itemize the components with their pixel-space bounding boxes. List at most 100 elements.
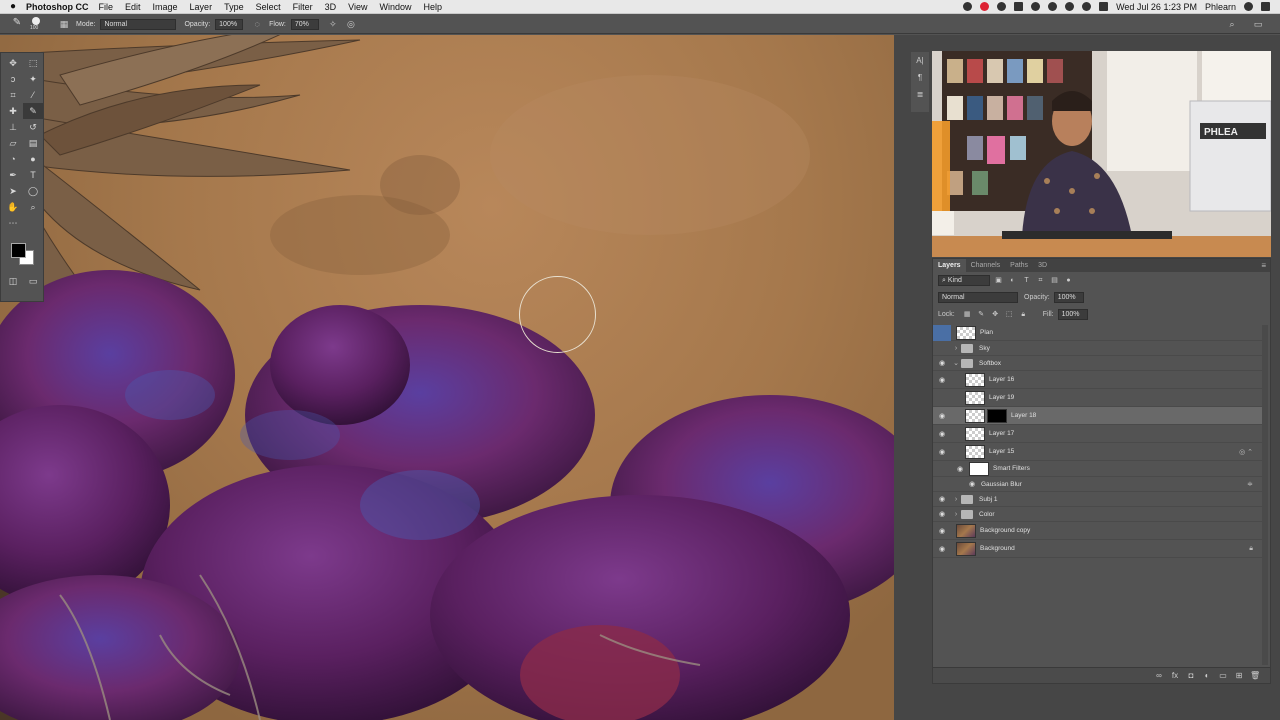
clock[interactable]: Wed Jul 26 1:23 PM [1116,2,1197,12]
quick-select-tool-icon[interactable]: ✦ [23,71,43,87]
record-icon[interactable] [963,2,973,11]
user-name[interactable]: Phlearn [1205,2,1236,12]
add-mask-icon[interactable]: ◘ [1186,671,1196,680]
quick-mask-icon[interactable]: ◫ [3,273,23,289]
layers-scrollbar[interactable] [1262,325,1268,665]
menu-image[interactable]: Image [153,2,178,12]
layer-group-color[interactable]: ◉ › Color [933,507,1263,522]
gaussian-blur-row[interactable]: ◉ Gaussian Blur ≑ [933,477,1263,492]
menu-edit[interactable]: Edit [125,2,141,12]
filter-type-icon[interactable]: T [1021,275,1032,286]
screen-mode-icon[interactable]: ▭ [23,273,43,289]
new-layer-icon[interactable]: ⊞ [1234,671,1244,680]
layer-row-background-copy[interactable]: ◉ Background copy [933,522,1263,540]
eye-icon[interactable]: ◉ [933,430,951,438]
pressure-opacity-icon[interactable]: ◌ [251,18,263,30]
flow-select[interactable]: 70% [290,18,319,30]
menu-help[interactable]: Help [423,2,442,12]
eye-icon[interactable]: ◉ [951,465,969,473]
history-brush-tool-icon[interactable]: ↺ [23,119,43,135]
brush-settings-icon[interactable]: ▦ [58,18,70,30]
layer-style-icon[interactable]: fx [1170,671,1180,680]
eye-icon[interactable]: ◉ [933,545,951,553]
layer-group-softbox[interactable]: ◉ ⌄ Softbox [933,356,1263,371]
eye-icon[interactable]: ◉ [933,495,951,503]
eye-icon[interactable]: ◉ [963,480,981,488]
menu-layer[interactable]: Layer [190,2,213,12]
eyedropper-tool-icon[interactable]: ⁄ [23,87,43,103]
filter-kind-select[interactable]: ⌕ Kind [938,275,990,286]
brush-tool-icon[interactable]: ✎ [23,103,43,119]
filter-options-icon[interactable]: ≑ [1247,480,1253,488]
layer-row-layer-16[interactable]: ◉ Layer 16 [933,371,1263,389]
brush-tool-icon[interactable]: ✎ [8,17,26,31]
character-panel-icon[interactable]: A| [911,52,929,69]
mode-select[interactable]: Normal [100,18,177,30]
filter-shape-icon[interactable]: ⌗ [1035,275,1046,286]
filter-pixel-icon[interactable]: ▣ [993,275,1004,286]
filter-smart-object-icon[interactable]: ▤ [1049,275,1060,286]
workspace-icon[interactable]: ▭ [1252,18,1264,30]
hand-tool-icon[interactable]: ✋ [3,199,23,215]
lock-all-icon[interactable]: 🔒︎ [1018,309,1029,320]
layer-opacity-select[interactable]: 100% [1053,292,1084,303]
crop-tool-icon[interactable]: ⌗ [3,87,23,103]
spotlight-icon[interactable] [1244,2,1253,11]
tab-layers[interactable]: Layers [933,259,966,272]
layer-row-layer-15[interactable]: ◉ Layer 15 ◎ ⌃ [933,443,1263,461]
gradient-tool-icon[interactable]: ▤ [23,135,43,151]
notification-center-icon[interactable] [1261,2,1270,11]
app-name[interactable]: Photoshop CC [26,2,89,12]
link-layers-icon[interactable]: ∞ [1154,671,1164,680]
pressure-size-icon[interactable]: ◎ [345,18,357,30]
smart-filters-row[interactable]: ◉ Smart Filters [933,461,1263,477]
menu-filter[interactable]: Filter [293,2,313,12]
blend-mode-select[interactable]: Normal [938,292,1018,303]
time-machine-icon[interactable] [1031,2,1041,11]
adjustment-layer-icon[interactable]: ◐ [1202,671,1212,680]
filter-toggle-icon[interactable]: ● [1063,275,1074,286]
clone-stamp-tool-icon[interactable]: ⊥ [3,119,23,135]
layer-row-plan[interactable]: Plan [933,324,1263,341]
menu-window[interactable]: Window [379,2,411,12]
brush-preset-picker[interactable]: 100 [26,16,52,32]
foreground-color-swatch[interactable] [11,243,26,258]
type-tool-icon[interactable]: T [23,167,43,183]
layer-row-layer-18[interactable]: ◉ Layer 18 [933,407,1263,425]
trash-icon[interactable]: 🗑︎ [1250,671,1260,680]
eye-icon[interactable]: ◉ [933,376,951,384]
zoom-tool-icon[interactable]: ⌕ [23,199,43,215]
menu-select[interactable]: Select [256,2,281,12]
search-icon[interactable]: ⌕ [1226,18,1238,30]
lock-image-icon[interactable]: ✎ [976,309,987,320]
volume-icon[interactable] [1082,2,1092,11]
ellipse-tool-icon[interactable]: ◯ [23,183,43,199]
eye-icon[interactable]: ◉ [933,359,951,367]
chevron-right-icon[interactable]: › [951,511,961,518]
apple-icon[interactable]: ● [0,1,26,12]
eye-icon[interactable]: ◉ [933,527,951,535]
lock-position-icon[interactable]: ✥ [990,309,1001,320]
path-select-tool-icon[interactable]: ➤ [3,183,23,199]
fill-select[interactable]: 100% [1057,309,1088,320]
layer-group-sky[interactable]: › Sky [933,341,1263,356]
tab-channels[interactable]: Channels [966,259,1006,272]
chevron-right-icon[interactable]: › [951,345,961,352]
blur-tool-icon[interactable]: ◔ [3,151,23,167]
battery-icon[interactable] [1099,2,1109,11]
new-group-icon[interactable]: ▭ [1218,671,1228,680]
layer-row-layer-19[interactable]: Layer 19 [933,389,1263,407]
layer-group-subj-1[interactable]: ◉ › Subj 1 [933,492,1263,507]
wifi-icon[interactable] [1065,2,1075,11]
visibility-toggle-off[interactable] [933,324,951,341]
menu-view[interactable]: View [348,2,367,12]
pen-tool-icon[interactable]: ✒ [3,167,23,183]
filter-adjustment-icon[interactable]: ◐ [1007,275,1018,286]
tab-3d[interactable]: 3D [1033,259,1052,272]
lasso-tool-icon[interactable]: ↄ [3,71,23,87]
eye-icon[interactable]: ◉ [933,510,951,518]
notification-icon[interactable] [980,2,990,11]
marquee-tool-icon[interactable]: ⬚ [23,55,43,71]
menu-3d[interactable]: 3D [325,2,337,12]
tab-paths[interactable]: Paths [1005,259,1033,272]
